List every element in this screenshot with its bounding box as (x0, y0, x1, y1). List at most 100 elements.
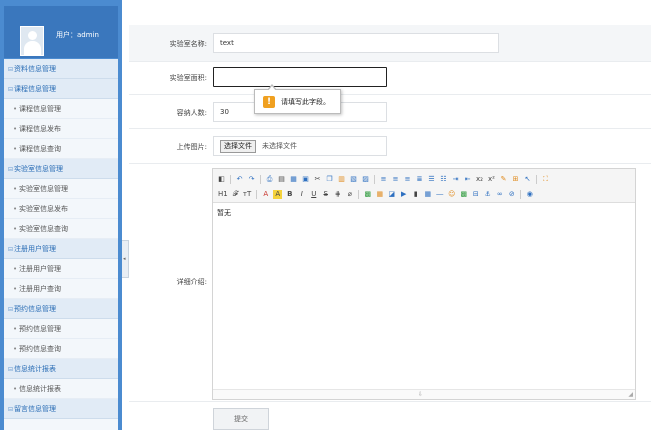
menu-category[interactable]: ⊟留言信息管理 (4, 399, 118, 419)
image-icon[interactable]: ▩ (363, 190, 372, 199)
undo-icon[interactable]: ↶ (235, 175, 244, 184)
cut-icon[interactable]: ✂ (313, 175, 322, 184)
align-justify-icon[interactable]: ≣ (415, 175, 424, 184)
hr-icon[interactable]: ― (435, 190, 444, 199)
strikethrough-icon[interactable]: S (321, 190, 330, 199)
bg-color-button[interactable]: A (273, 189, 283, 199)
menu-item[interactable]: • 注册用户查询 (4, 279, 118, 299)
menu-item[interactable]: • 信息统计报表 (4, 379, 118, 399)
menu-category-label: 课程信息管理 (14, 85, 56, 93)
superscript-icon[interactable]: x² (487, 175, 496, 184)
unlink-icon[interactable]: ⊘ (507, 190, 516, 199)
menu-item-label: 预约信息查询 (19, 345, 61, 353)
user-label: 用户：admin (56, 31, 99, 39)
row-lab-name: 实验室名称: text (129, 25, 651, 62)
preview-icon[interactable]: ⎙ (265, 175, 274, 184)
clear-format-icon[interactable]: ✎ (499, 175, 508, 184)
menu-item-label: 课程信息发布 (19, 125, 61, 133)
table-icon[interactable]: ▦ (423, 190, 432, 199)
flash-icon[interactable]: ◪ (387, 190, 396, 199)
about-icon[interactable]: ◉ (525, 190, 534, 199)
menu-item[interactable]: • 课程信息发布 (4, 119, 118, 139)
ordered-list-icon[interactable]: ☰ (427, 175, 436, 184)
menu-category[interactable]: ⊟信息统计报表 (4, 359, 118, 379)
menu-category-label: 留言信息管理 (14, 405, 56, 413)
menu-category[interactable]: ⊟课程信息管理 (4, 79, 118, 99)
menu-category-label: 实验室信息管理 (14, 165, 63, 173)
underline-icon[interactable]: U (309, 190, 318, 199)
menu-item[interactable]: • 实验室信息发布 (4, 199, 118, 219)
menu-item-label: 注册用户查询 (19, 285, 61, 293)
choose-file-button[interactable]: 选择文件 (220, 140, 256, 153)
source-icon[interactable]: ◧ (217, 175, 226, 184)
anchor-icon[interactable]: ⚓ (483, 190, 492, 199)
heading-dropdown[interactable]: H1 (217, 190, 229, 198)
row-submit: 提交 (129, 402, 651, 430)
fullscreen-icon[interactable]: ⛶ (541, 175, 550, 184)
resize-corner-icon[interactable]: ◢ (628, 391, 633, 398)
menu-category[interactable]: ⊟注册用户管理 (4, 239, 118, 259)
menu-item[interactable]: • 课程信息管理 (4, 99, 118, 119)
outdent-icon[interactable]: ⇤ (463, 175, 472, 184)
menu-category[interactable]: ⊟资料信息管理 (4, 59, 118, 79)
menu-item[interactable]: • 实验室信息查询 (4, 219, 118, 239)
menu-item[interactable]: • 注册用户管理 (4, 259, 118, 279)
menu-category[interactable]: ⊟预约信息管理 (4, 299, 118, 319)
paste-icon[interactable]: ▥ (337, 175, 346, 184)
code-icon[interactable]: ▣ (301, 175, 310, 184)
warning-icon: ! (263, 96, 275, 108)
menu-item[interactable]: • 预约信息查询 (4, 339, 118, 359)
menu-item[interactable]: • 课程信息查询 (4, 139, 118, 159)
multi-image-icon[interactable]: ▦ (375, 190, 384, 199)
menu-category[interactable]: ⊟实验室信息管理 (4, 159, 118, 179)
avatar (20, 26, 44, 56)
editor-toolbar: ◧ ↶ ↷ ⎙ ▤ ▦ ▣ ✂ ❐ ▥ ▧ ▨ ≡ ≡ ≡ ≣ ☰ ☷ ⇥ ⇤ … (213, 169, 635, 203)
bold-icon[interactable]: B (285, 190, 294, 199)
menu-item-label: 实验室信息管理 (19, 185, 68, 193)
menu-item-label: 课程信息查询 (19, 145, 61, 153)
submit-button[interactable]: 提交 (213, 408, 269, 430)
row-lab-area: 实验室面积: (129, 62, 651, 95)
align-right-icon[interactable]: ≡ (403, 175, 412, 184)
cursor-icon[interactable]: ↖ (523, 175, 532, 184)
italic-icon[interactable]: I (297, 190, 306, 199)
redo-icon[interactable]: ↷ (247, 175, 256, 184)
font-size-dropdown[interactable]: тT (242, 190, 252, 198)
upload-image-label: 上传图片: (176, 143, 207, 151)
remove-format-icon[interactable]: ⌀ (345, 190, 354, 199)
emoticon-icon[interactable]: ☺ (447, 190, 456, 199)
lab-name-input[interactable]: text (213, 33, 499, 53)
menu-category-label: 预约信息管理 (14, 305, 56, 313)
line-height-icon[interactable]: ⋕ (333, 190, 342, 199)
resize-down-icon[interactable]: ⇩ (418, 391, 423, 398)
paste-text-icon[interactable]: ▧ (349, 175, 358, 184)
paste-word-icon[interactable]: ▨ (361, 175, 370, 184)
menu-category-label: 信息统计报表 (14, 365, 56, 373)
menu-item[interactable]: • 预约信息管理 (4, 319, 118, 339)
editor-content[interactable]: 暂无 (213, 203, 635, 223)
menu-item-label: 信息统计报表 (19, 385, 61, 393)
map-icon[interactable]: ▩ (459, 190, 468, 199)
subscript-icon[interactable]: x₂ (475, 175, 484, 184)
copy-icon[interactable]: ❐ (325, 175, 334, 184)
lab-area-input[interactable] (213, 67, 387, 87)
page-break-icon[interactable]: ⊟ (471, 190, 480, 199)
sidebar-collapse-handle[interactable]: ◂ (122, 240, 129, 278)
template-icon[interactable]: ▦ (289, 175, 298, 184)
unordered-list-icon[interactable]: ☷ (439, 175, 448, 184)
link-icon[interactable]: ∞ (495, 190, 504, 199)
select-all-icon[interactable]: ⊞ (511, 175, 520, 184)
font-color-button[interactable]: A (261, 190, 270, 199)
align-center-icon[interactable]: ≡ (391, 175, 400, 184)
media-icon[interactable]: ▶ (399, 190, 408, 199)
menu-item[interactable]: • 实验室信息管理 (4, 179, 118, 199)
indent-icon[interactable]: ⇥ (451, 175, 460, 184)
lab-area-label: 实验室面积: (169, 74, 207, 82)
file-input: 选择文件 未选择文件 (213, 136, 387, 156)
sidebar-menu: ⊟资料信息管理 ⊟课程信息管理 • 课程信息管理 • 课程信息发布 • 课程信息查询 ⊟实验室信… (4, 59, 118, 430)
font-dropdown[interactable]: 𝓕 (232, 190, 239, 199)
align-left-icon[interactable]: ≡ (379, 175, 388, 184)
menu-item-label: 预约信息管理 (19, 325, 61, 333)
print-icon[interactable]: ▤ (277, 175, 286, 184)
file-icon[interactable]: ▮ (411, 190, 420, 199)
